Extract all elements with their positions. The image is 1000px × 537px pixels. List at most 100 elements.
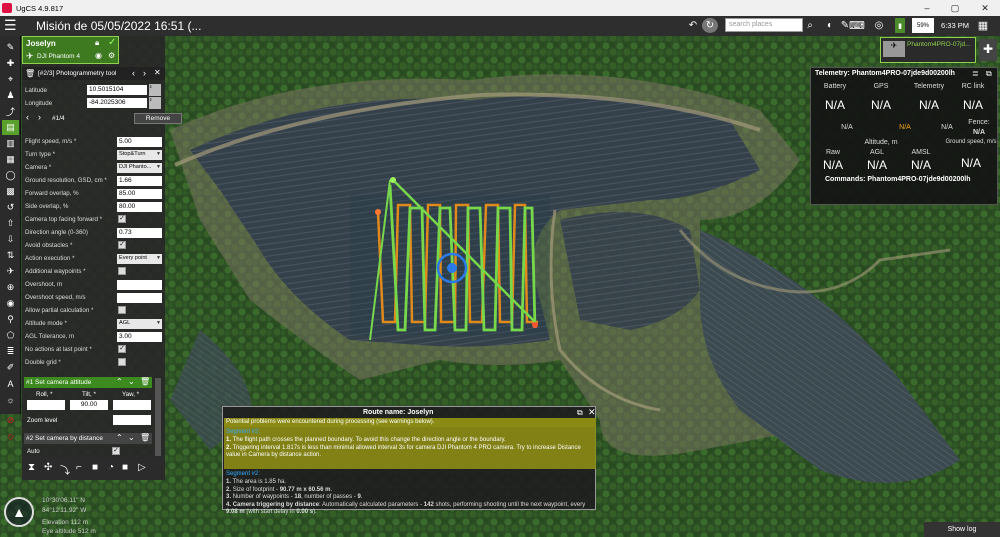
field-input[interactable]: 3.00 xyxy=(117,332,162,342)
headset-icon[interactable]: ◎ xyxy=(873,18,885,33)
notification-icon[interactable]: ▦ xyxy=(975,18,991,33)
point-prev-icon[interactable]: ‹ xyxy=(26,112,29,122)
obstacle-icon[interactable]: ⦸ xyxy=(2,429,19,444)
check-icon[interactable]: ✓ xyxy=(108,37,116,48)
compass-icon[interactable]: ▲ xyxy=(4,497,34,527)
text-icon[interactable]: A xyxy=(2,376,19,391)
keyboard-icon[interactable]: ⌨ xyxy=(845,18,869,33)
field-checkbox[interactable] xyxy=(118,306,126,314)
drone-icon[interactable]: ✈ xyxy=(2,264,19,279)
remove-button[interactable]: Remove xyxy=(134,113,182,124)
camera-mode-icon[interactable]: ■ xyxy=(92,462,98,473)
mission-title[interactable]: Misión de 05/05/2022 16:51 (... xyxy=(36,19,201,33)
pin-icon[interactable]: ⚲ xyxy=(2,312,19,327)
waypoint-icon[interactable]: ⌖ xyxy=(2,72,19,87)
panel-scrollbar[interactable] xyxy=(155,378,161,456)
menu-icon[interactable]: ☰ xyxy=(4,18,20,33)
vehicle-card[interactable]: Joselyn ✈ DJI Phantom 4 🔒︎ ✓ ◉ ⚙ xyxy=(22,36,119,64)
camera-distance-icon[interactable]: ▷ xyxy=(138,462,146,473)
search-icon[interactable]: ⌕ xyxy=(804,18,816,33)
field-select[interactable]: Every point xyxy=(117,254,162,264)
sun-icon[interactable]: ☼ xyxy=(2,392,19,407)
close-panel-icon[interactable]: ✕ xyxy=(154,68,161,77)
polygon-icon[interactable]: ⬠ xyxy=(2,328,19,343)
lock-icon[interactable]: 🔒︎ xyxy=(95,38,99,48)
action1-collapse-icon[interactable]: ⌃ xyxy=(116,377,123,386)
field-input[interactable]: 0.73 xyxy=(117,228,162,238)
trash-icon[interactable]: 🗑︎ xyxy=(25,69,35,78)
minimize-button[interactable]: – xyxy=(912,0,942,16)
yaw-input[interactable] xyxy=(113,400,151,410)
field-input[interactable]: 85.00 xyxy=(117,189,162,199)
action1-delete-icon[interactable]: 🗑︎ xyxy=(140,377,150,386)
roll-input[interactable] xyxy=(27,400,65,410)
field-input[interactable]: 1.66 xyxy=(117,176,162,186)
circle-icon[interactable]: ◯ xyxy=(2,168,19,183)
action1-expand-icon[interactable]: ⌄ xyxy=(128,377,135,386)
field-input[interactable]: 80.00 xyxy=(117,202,162,212)
field-input[interactable] xyxy=(117,280,162,290)
action2-delete-icon[interactable]: 🗑︎ xyxy=(140,433,150,442)
camera-timer-icon[interactable]: ◔ xyxy=(108,462,114,473)
camera-control-icon[interactable]: ■ xyxy=(122,462,128,473)
redo-icon[interactable]: ↻ xyxy=(702,18,718,33)
vehicle-add-icon[interactable]: ✚ xyxy=(979,39,997,61)
show-log-button[interactable]: Show log xyxy=(924,522,1000,537)
sim-icon[interactable]: ▮ xyxy=(895,18,905,33)
tool-marker-icon[interactable]: ✎ xyxy=(2,40,19,55)
route-icon[interactable]: ⤴ xyxy=(2,104,19,119)
tilt-input[interactable]: 90.00 xyxy=(70,400,108,410)
camera-icon[interactable]: ◉ xyxy=(2,296,19,311)
route-copy-icon[interactable]: ⧉ xyxy=(577,408,583,418)
field-input[interactable] xyxy=(117,293,162,303)
latitude-stepper[interactable]: ⇕ xyxy=(149,84,161,96)
settings-icon[interactable]: ⚙ xyxy=(108,51,115,60)
telemetry-menu-icon[interactable]: ≣ xyxy=(972,69,979,78)
auto-checkbox[interactable]: ✓ xyxy=(112,447,120,455)
takeoff-icon[interactable]: ⇧ xyxy=(2,216,19,231)
field-checkbox[interactable]: ✓ xyxy=(118,241,126,249)
yaw-icon[interactable]: ⤵ xyxy=(60,462,70,477)
field-select[interactable]: DJI Phanto... xyxy=(117,163,162,173)
poi-icon[interactable]: ✣ xyxy=(44,462,52,473)
longitude-input[interactable]: -84.2025306 xyxy=(87,98,147,108)
vertical-scan-icon[interactable]: ⇅ xyxy=(2,248,19,263)
landing-icon[interactable]: ⇩ xyxy=(2,232,19,247)
facade-icon[interactable]: ▩ xyxy=(2,184,19,199)
maximize-button[interactable]: ▢ xyxy=(940,0,970,16)
action2-collapse-icon[interactable]: ⌃ xyxy=(116,433,123,442)
layers-icon[interactable]: ≣ xyxy=(2,344,19,359)
wait-icon[interactable]: ⧗ xyxy=(28,462,35,473)
route-close-icon[interactable]: ✕ xyxy=(588,407,596,418)
search-input[interactable]: search places xyxy=(725,18,803,32)
field-checkbox[interactable] xyxy=(118,358,126,366)
field-checkbox[interactable]: ✓ xyxy=(118,215,126,223)
point-next-icon[interactable]: › xyxy=(38,112,41,122)
action2-expand-icon[interactable]: ⌄ xyxy=(128,433,135,442)
corridor-icon[interactable]: ▦ xyxy=(2,152,19,167)
add-icon[interactable]: ✚ xyxy=(2,56,19,71)
prev-icon[interactable]: ‹ xyxy=(132,68,135,78)
field-select[interactable]: Stop&Turn xyxy=(117,150,162,160)
noflyzone-icon[interactable]: ⊘ xyxy=(2,413,19,428)
eye-icon[interactable]: ◉ xyxy=(95,51,102,60)
payload-icon[interactable]: ⊕ xyxy=(2,280,19,295)
person-icon[interactable]: ♟ xyxy=(2,88,19,103)
field-select[interactable]: AGL xyxy=(117,319,162,329)
field-input[interactable]: 5.00 xyxy=(117,137,162,147)
area-scan-icon[interactable]: ▥ xyxy=(2,136,19,151)
field-checkbox[interactable]: ✓ xyxy=(118,345,126,353)
close-window-button[interactable]: ✕ xyxy=(970,0,1000,16)
vehicle-status-card[interactable]: ✈ Phantom4PRO-07jd... xyxy=(880,37,976,63)
globe-icon[interactable]: ◐ xyxy=(824,18,836,33)
photogrammetry-icon[interactable]: ▤ xyxy=(2,120,19,135)
measure-icon[interactable]: ✐ xyxy=(2,360,19,375)
undo-icon[interactable]: ↶ xyxy=(686,18,700,33)
longitude-stepper[interactable]: ⇕ xyxy=(149,97,161,109)
latitude-input[interactable]: 10.5015104 xyxy=(87,85,147,95)
orbit-icon[interactable]: ↺ xyxy=(2,200,19,215)
zoom-input[interactable] xyxy=(113,415,151,425)
camera-attitude-icon[interactable]: ⌐ xyxy=(76,462,82,473)
next-icon[interactable]: › xyxy=(143,68,146,78)
telemetry-popout-icon[interactable]: ⧉ xyxy=(986,69,992,79)
